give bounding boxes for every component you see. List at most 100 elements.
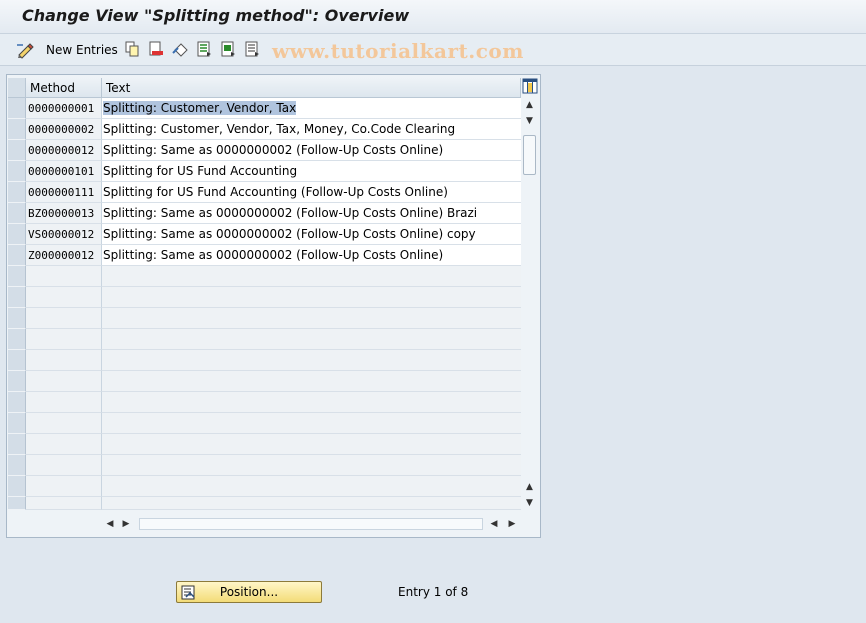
- method-cell[interactable]: [26, 287, 102, 308]
- row-selector[interactable]: [8, 266, 26, 287]
- row-selector[interactable]: [8, 308, 26, 329]
- method-cell[interactable]: VS00000012: [26, 224, 102, 245]
- method-cell[interactable]: [26, 476, 102, 497]
- empty-row[interactable]: [8, 476, 521, 497]
- method-cell[interactable]: [26, 413, 102, 434]
- row-selector[interactable]: [8, 497, 26, 510]
- empty-row[interactable]: [8, 266, 521, 287]
- text-cell[interactable]: [102, 434, 521, 455]
- row-selector[interactable]: [8, 434, 26, 455]
- scroll-thumb[interactable]: [523, 135, 536, 175]
- new-entries-button[interactable]: New Entries: [46, 43, 118, 57]
- row-selector[interactable]: [8, 203, 26, 224]
- text-cell[interactable]: [102, 392, 521, 413]
- row-selector[interactable]: [8, 392, 26, 413]
- page-left-icon[interactable]: ◀: [487, 516, 501, 532]
- row-selector[interactable]: [8, 119, 26, 140]
- table-row[interactable]: 0000000002 Splitting: Customer, Vendor, …: [8, 119, 521, 140]
- text-cell[interactable]: [102, 455, 521, 476]
- text-cell[interactable]: Splitting: Same as 0000000002 (Follow-Up…: [102, 245, 521, 266]
- method-cell[interactable]: [26, 434, 102, 455]
- table-row[interactable]: 0000000101 Splitting for US Fund Account…: [8, 161, 521, 182]
- empty-row[interactable]: [8, 287, 521, 308]
- method-cell[interactable]: [26, 350, 102, 371]
- horizontal-scrollbar[interactable]: ◀ ▶ ◀ ▶: [103, 516, 521, 532]
- row-selector[interactable]: [8, 224, 26, 245]
- row-selector[interactable]: [8, 371, 26, 392]
- table-row[interactable]: BZ00000013 Splitting: Same as 0000000002…: [8, 203, 521, 224]
- page-down-arrow-icon[interactable]: ▲: [521, 479, 538, 495]
- page-right-icon[interactable]: ▶: [505, 516, 519, 532]
- empty-row[interactable]: [8, 308, 521, 329]
- empty-row[interactable]: [8, 392, 521, 413]
- empty-row[interactable]: [8, 371, 521, 392]
- method-cell[interactable]: [26, 329, 102, 350]
- text-cell[interactable]: Splitting: Customer, Vendor, Tax: [102, 98, 521, 119]
- row-selector[interactable]: [8, 413, 26, 434]
- row-selector[interactable]: [8, 455, 26, 476]
- table-settings-icon[interactable]: [522, 78, 538, 94]
- delete-icon[interactable]: [148, 41, 164, 59]
- method-cell[interactable]: 0000000001: [26, 98, 102, 119]
- text-cell[interactable]: [102, 476, 521, 497]
- method-cell[interactable]: 0000000111: [26, 182, 102, 203]
- text-cell[interactable]: Splitting: Same as 0000000002 (Follow-Up…: [102, 140, 521, 161]
- empty-row[interactable]: [8, 455, 521, 476]
- scroll-left-icon[interactable]: ◀: [103, 516, 117, 532]
- row-selector[interactable]: [8, 350, 26, 371]
- table-row[interactable]: 0000000111 Splitting for US Fund Account…: [8, 182, 521, 203]
- method-cell[interactable]: [26, 266, 102, 287]
- text-cell[interactable]: [102, 266, 521, 287]
- column-header-text[interactable]: Text: [102, 78, 521, 98]
- text-cell[interactable]: [102, 308, 521, 329]
- table-row[interactable]: VS00000012 Splitting: Same as 0000000002…: [8, 224, 521, 245]
- text-cell[interactable]: Splitting: Customer, Vendor, Tax, Money,…: [102, 119, 521, 140]
- row-selector[interactable]: [8, 287, 26, 308]
- text-cell[interactable]: [102, 329, 521, 350]
- select-block-icon[interactable]: [220, 41, 236, 59]
- row-selector[interactable]: [8, 140, 26, 161]
- scroll-up-arrow-icon[interactable]: ▲: [521, 97, 538, 113]
- table-row[interactable]: Z000000012 Splitting: Same as 0000000002…: [8, 245, 521, 266]
- empty-row[interactable]: [8, 434, 521, 455]
- select-all-icon[interactable]: [196, 41, 212, 59]
- display-change-icon[interactable]: [16, 41, 36, 59]
- method-cell[interactable]: [26, 308, 102, 329]
- empty-row[interactable]: [8, 497, 521, 510]
- scroll-right-icon[interactable]: ▶: [119, 516, 133, 532]
- text-cell[interactable]: [102, 497, 521, 510]
- row-selector[interactable]: [8, 245, 26, 266]
- text-cell[interactable]: Splitting: Same as 0000000002 (Follow-Up…: [102, 224, 521, 245]
- scroll-down-arrow-icon[interactable]: ▼: [521, 495, 538, 511]
- row-selector[interactable]: [8, 161, 26, 182]
- text-cell[interactable]: Splitting: Same as 0000000002 (Follow-Up…: [102, 203, 521, 224]
- empty-row[interactable]: [8, 329, 521, 350]
- empty-row[interactable]: [8, 413, 521, 434]
- method-cell[interactable]: [26, 497, 102, 510]
- method-cell[interactable]: BZ00000013: [26, 203, 102, 224]
- method-cell[interactable]: 0000000101: [26, 161, 102, 182]
- vertical-scrollbar[interactable]: ▲ ▼ ▲ ▼: [521, 95, 538, 510]
- text-cell[interactable]: [102, 350, 521, 371]
- column-header-method[interactable]: Method: [26, 78, 102, 98]
- position-button[interactable]: Position...: [176, 581, 322, 603]
- method-cell[interactable]: [26, 371, 102, 392]
- undo-icon[interactable]: [172, 41, 190, 59]
- page-up-arrow-icon[interactable]: ▼: [521, 113, 538, 129]
- text-cell[interactable]: [102, 287, 521, 308]
- empty-row[interactable]: [8, 350, 521, 371]
- text-cell[interactable]: Splitting for US Fund Accounting: [102, 161, 521, 182]
- select-all-rows-button[interactable]: [8, 78, 26, 98]
- row-selector[interactable]: [8, 182, 26, 203]
- row-selector[interactable]: [8, 98, 26, 119]
- table-row[interactable]: 0000000012 Splitting: Same as 0000000002…: [8, 140, 521, 161]
- text-cell[interactable]: [102, 371, 521, 392]
- copy-icon[interactable]: [124, 41, 140, 59]
- row-selector[interactable]: [8, 476, 26, 497]
- scroll-track[interactable]: [139, 518, 483, 530]
- method-cell[interactable]: [26, 392, 102, 413]
- method-cell[interactable]: 0000000002: [26, 119, 102, 140]
- method-cell[interactable]: Z000000012: [26, 245, 102, 266]
- text-cell[interactable]: Splitting for US Fund Accounting (Follow…: [102, 182, 521, 203]
- method-cell[interactable]: 0000000012: [26, 140, 102, 161]
